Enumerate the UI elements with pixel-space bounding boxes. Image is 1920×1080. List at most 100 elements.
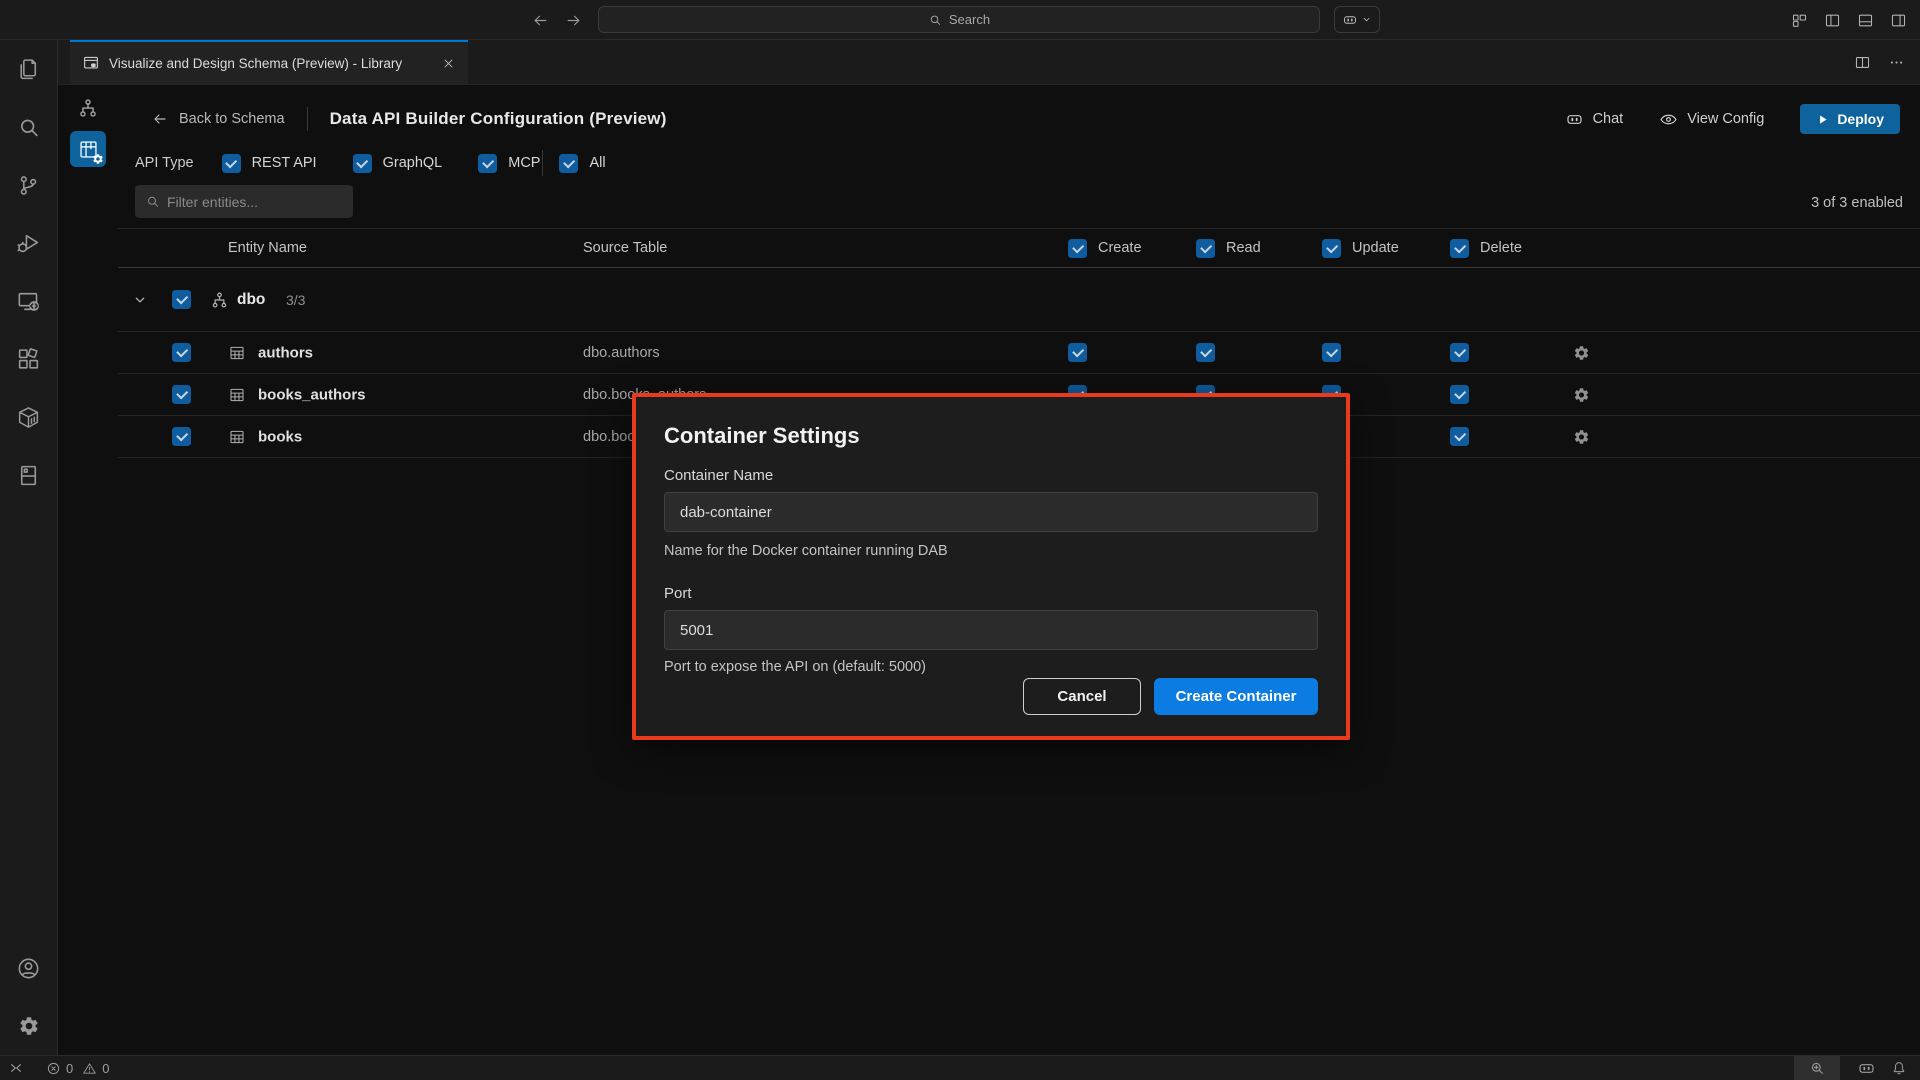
docker-icon[interactable]	[0, 388, 58, 446]
gear-icon	[92, 153, 104, 165]
container-name-input[interactable]	[664, 492, 1318, 532]
copilot-status-icon[interactable]	[1857, 1059, 1876, 1078]
search-sidebar-icon[interactable]	[0, 98, 58, 156]
container-name-label: Container Name	[664, 467, 773, 484]
checkbox-checked[interactable]	[478, 154, 497, 173]
toggle-panel-icon[interactable]	[1857, 12, 1874, 29]
create-container-button[interactable]: Create Container	[1154, 678, 1318, 715]
search-icon	[928, 13, 942, 27]
tab-title: Visualize and Design Schema (Preview) - …	[109, 56, 402, 71]
back-to-schema-button[interactable]: Back to Schema	[152, 111, 285, 127]
editor-actions	[1854, 40, 1920, 84]
extensions-icon[interactable]	[0, 330, 58, 388]
toggle-sidebar-icon[interactable]	[1824, 12, 1841, 29]
page-title: Data API Builder Configuration (Preview)	[330, 109, 667, 129]
source-table-column-header: Source Table	[583, 229, 667, 267]
status-bar: 0 0	[0, 1055, 1920, 1080]
cancel-button[interactable]: Cancel	[1023, 678, 1141, 715]
back-label: Back to Schema	[179, 111, 285, 127]
container-settings-dialog: Container Settings Container Name Name f…	[632, 393, 1350, 740]
group-checkbox[interactable]	[172, 290, 191, 309]
create-checkbox[interactable]	[1068, 343, 1087, 362]
bell-icon[interactable]	[1891, 1060, 1907, 1076]
dab-config-view-button[interactable]	[70, 131, 106, 167]
back-arrow-icon[interactable]	[532, 12, 549, 29]
copilot-menu-button[interactable]	[1334, 6, 1380, 33]
row-settings-gear-icon[interactable]	[1573, 386, 1590, 403]
dialog-buttons: Cancel Create Container	[1023, 678, 1318, 715]
entity-name: books_authors	[258, 386, 366, 403]
all-checkbox[interactable]: All	[559, 154, 605, 173]
row-settings-gear-icon[interactable]	[1573, 344, 1590, 361]
problems-indicator[interactable]: 0 0	[46, 1061, 109, 1076]
delete-checkbox[interactable]	[1450, 343, 1469, 362]
layout-controls	[1791, 0, 1907, 40]
entity-name: authors	[258, 344, 313, 361]
toggle-secondary-sidebar-icon[interactable]	[1890, 12, 1907, 29]
rest-api-checkbox[interactable]: REST API	[222, 154, 317, 173]
header-divider	[307, 107, 308, 131]
view-config-button[interactable]: View Config	[1659, 110, 1764, 129]
port-label: Port	[664, 585, 692, 602]
close-icon[interactable]	[441, 56, 456, 71]
group-name: dbo	[237, 291, 265, 309]
read-all-checkbox[interactable]	[1196, 239, 1215, 258]
arrow-left-icon	[152, 111, 168, 127]
filter-entities-input[interactable]	[135, 185, 353, 218]
chevron-down-icon[interactable]	[132, 292, 148, 308]
filter-entities-search	[135, 185, 353, 218]
copilot-icon	[1342, 12, 1358, 28]
title-bar: Search	[0, 0, 1920, 40]
row-checkbox[interactable]	[172, 427, 191, 446]
eye-icon	[1659, 110, 1678, 129]
database-extension-icon[interactable]	[0, 446, 58, 504]
table-grid-icon	[228, 428, 246, 446]
designer-nav-rail	[58, 85, 118, 1055]
row-checkbox[interactable]	[172, 343, 191, 362]
accounts-icon[interactable]	[0, 939, 58, 997]
graphql-checkbox[interactable]: GraphQL	[353, 154, 443, 173]
deploy-button[interactable]: Deploy	[1800, 104, 1900, 134]
run-debug-icon[interactable]	[0, 214, 58, 272]
table-row-authors[interactable]: authors dbo.authors	[118, 332, 1920, 374]
create-all-checkbox[interactable]	[1068, 239, 1087, 258]
row-settings-gear-icon[interactable]	[1573, 428, 1590, 445]
chat-button[interactable]: Chat	[1565, 110, 1624, 129]
checkbox-checked[interactable]	[222, 154, 241, 173]
command-center-search[interactable]: Search	[598, 6, 1320, 33]
search-icon	[145, 194, 160, 209]
customize-layout-icon[interactable]	[1791, 12, 1808, 29]
source-control-icon[interactable]	[0, 156, 58, 214]
tab-visualize-design-schema[interactable]: Visualize and Design Schema (Preview) - …	[70, 40, 468, 84]
page-header: Back to Schema Data API Builder Configur…	[118, 97, 1920, 141]
history-nav	[532, 0, 582, 40]
mcp-checkbox[interactable]: MCP	[478, 154, 540, 173]
more-actions-icon[interactable]	[1888, 54, 1905, 71]
enabled-summary: 3 of 3 enabled	[1811, 195, 1903, 211]
row-checkbox[interactable]	[172, 385, 191, 404]
delete-checkbox[interactable]	[1450, 385, 1469, 404]
update-all-checkbox[interactable]	[1322, 239, 1341, 258]
port-input[interactable]	[664, 610, 1318, 650]
remote-explorer-icon[interactable]	[0, 272, 58, 330]
settings-gear-icon[interactable]	[0, 997, 58, 1055]
schema-view-button[interactable]	[70, 91, 106, 125]
filter-divider	[542, 150, 543, 176]
delete-checkbox[interactable]	[1450, 427, 1469, 446]
play-icon	[1816, 113, 1829, 126]
remote-status-icon	[8, 1060, 24, 1076]
status-bar-left: 0 0	[8, 1060, 109, 1076]
read-checkbox[interactable]	[1196, 343, 1215, 362]
zoom-status-button[interactable]	[1794, 1056, 1840, 1080]
remote-indicator[interactable]	[8, 1060, 24, 1076]
delete-all-checkbox[interactable]	[1450, 239, 1469, 258]
checkbox-checked[interactable]	[353, 154, 372, 173]
forward-arrow-icon[interactable]	[565, 12, 582, 29]
explorer-icon[interactable]	[0, 40, 58, 98]
schema-group-row-dbo[interactable]: dbo 3/3	[118, 268, 1920, 332]
checkbox-checked[interactable]	[559, 154, 578, 173]
update-checkbox[interactable]	[1322, 343, 1341, 362]
zoom-in-icon	[1809, 1060, 1825, 1076]
rest-api-label: REST API	[252, 155, 317, 171]
split-editor-icon[interactable]	[1854, 54, 1871, 71]
